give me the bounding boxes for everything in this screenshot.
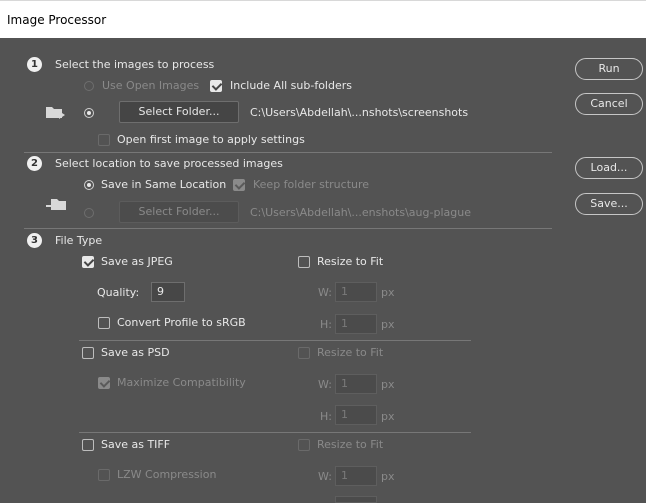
save-folder-icon [46,199,66,210]
quality-input[interactable]: 9 [151,282,185,302]
load-button[interactable]: Load... [575,157,643,179]
run-button[interactable]: Run [575,58,643,80]
lzw-compression-label: LZW Compression [117,468,217,481]
jpeg-height-input[interactable]: 1 [335,314,377,334]
psd-height-label: H: [320,410,332,423]
source-path-text: C:\Users\Abdellah\...nshots\screenshots [250,106,469,119]
select-source-folder-button[interactable]: Select Folder... [119,101,239,123]
psd-resize-checkbox[interactable] [298,347,310,359]
psd-resize-label: Resize to Fit [317,346,384,359]
save-as-psd-checkbox[interactable] [82,347,94,359]
cancel-button[interactable]: Cancel [575,93,643,115]
quality-label: Quality: [97,286,140,299]
include-subfolders-label: Include All sub-folders [230,79,352,92]
jpeg-width-label: W: [318,286,332,299]
convert-srgb-label: Convert Profile to sRGB [117,316,246,329]
use-open-images-label: Use Open Images [102,79,200,92]
psd-width-input[interactable]: 1 [335,374,377,394]
keep-structure-checkbox[interactable] [233,179,245,191]
tiff-width-label: W: [318,470,332,483]
section2-heading: Select location to save processed images [55,157,283,170]
save-settings-button[interactable]: Save... [575,193,643,215]
save-same-location-radio[interactable] [84,180,94,190]
section-divider-2 [24,228,552,229]
jpeg-width-input[interactable]: 1 [335,282,377,302]
save-as-psd-label: Save as PSD [101,346,170,359]
step-2-badge: 2 [27,156,42,171]
save-as-tiff-checkbox[interactable] [82,439,94,451]
psd-divider [79,432,471,433]
psd-width-unit: px [381,378,395,391]
open-first-image-checkbox[interactable] [98,134,110,146]
jpeg-resize-label: Resize to Fit [317,255,384,268]
psd-height-input[interactable]: 1 [335,405,377,425]
jpeg-width-unit: px [381,286,395,299]
save-as-jpeg-label: Save as JPEG [101,255,173,268]
select-dest-folder-button[interactable]: Select Folder... [119,201,239,223]
psd-height-unit: px [381,410,395,423]
save-same-location-label: Save in Same Location [101,178,227,191]
step-3-badge: 3 [27,233,42,248]
convert-srgb-checkbox[interactable] [98,317,110,329]
dest-path-text: C:\Users\Abdellah\...enshots\aug-plague [250,206,471,219]
jpeg-resize-checkbox[interactable] [298,256,310,268]
window-title: Image Processor [7,13,107,27]
section3-heading: File Type [55,234,103,247]
psd-width-label: W: [318,378,332,391]
section1-heading: Select the images to process [55,58,215,71]
use-open-images-radio[interactable] [84,81,94,91]
open-first-image-label: Open first image to apply settings [117,133,305,146]
tiff-width-unit: px [381,470,395,483]
maximize-compat-label: Maximize Compatibility [117,376,246,389]
keep-structure-label: Keep folder structure [253,178,370,191]
step-1-badge: 1 [27,57,42,72]
maximize-compat-checkbox[interactable] [98,377,110,389]
tiff-resize-checkbox[interactable] [298,439,310,451]
window-titlebar: Image Processor [0,0,646,38]
jpeg-divider [79,340,471,341]
tiff-resize-label: Resize to Fit [317,438,384,451]
select-folder-source-radio[interactable] [84,108,94,118]
save-as-tiff-label: Save as TIFF [101,438,171,451]
tiff-height-input[interactable] [335,496,377,503]
jpeg-height-unit: px [381,318,395,331]
folder-arrow-icon [46,107,65,119]
include-subfolders-checkbox[interactable] [210,80,222,92]
jpeg-height-label: H: [320,318,332,331]
save-as-jpeg-checkbox[interactable] [82,256,94,268]
select-folder-dest-radio[interactable] [84,208,94,218]
lzw-compression-checkbox[interactable] [98,469,110,481]
tiff-width-input[interactable]: 1 [335,466,377,486]
section-divider-1 [24,152,552,153]
